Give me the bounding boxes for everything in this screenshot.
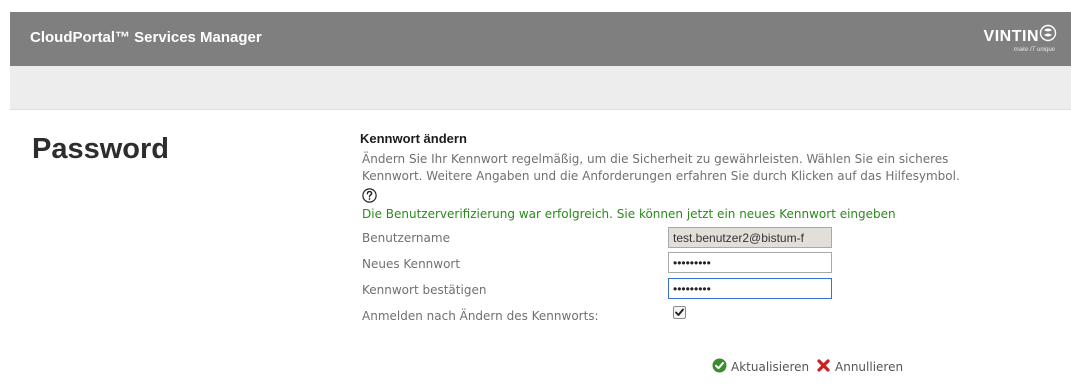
brand-tagline: make IT unique [1013,47,1055,53]
page-title: Password [32,133,169,165]
username-field[interactable] [668,227,832,248]
check-circle-icon [712,358,727,373]
login-after-change-label: Anmelden nach Ändern des Kennworts: [362,309,599,323]
success-message: Die Benutzerverifizierung war erfolgreic… [362,207,896,221]
brand-logo: VINTIN make IT unique [967,22,1057,56]
sub-navigation-bar [10,66,1071,110]
description-line-2: Kennwort. Weitere Angaben und die Anford… [362,169,960,183]
checkmark-icon [675,308,684,316]
new-password-label: Neues Kennwort [362,257,461,271]
update-label: Aktualisieren [731,360,810,374]
username-label: Benutzername [362,231,450,245]
header-bar: CloudPortal™ Services Manager VINTIN mak… [10,12,1071,66]
vintin-logo-icon [1039,24,1057,42]
confirm-password-field[interactable] [668,278,832,299]
brand-name: VINTIN [983,28,1039,45]
cancel-label: Annullieren [835,360,904,374]
confirm-password-label: Kennwort bestätigen [362,283,487,297]
help-question-icon[interactable] [362,188,377,203]
new-password-field[interactable] [668,252,832,273]
section-title: Kennwort ändern [360,131,467,146]
red-x-icon [817,359,830,372]
app-title: CloudPortal™ Services Manager [30,29,262,46]
description-line-1: Ändern Sie Ihr Kennwort regelmäßig, um d… [362,152,949,166]
login-after-change-checkbox[interactable] [673,306,686,319]
description: Ändern Sie Ihr Kennwort regelmäßig, um d… [362,151,1012,185]
